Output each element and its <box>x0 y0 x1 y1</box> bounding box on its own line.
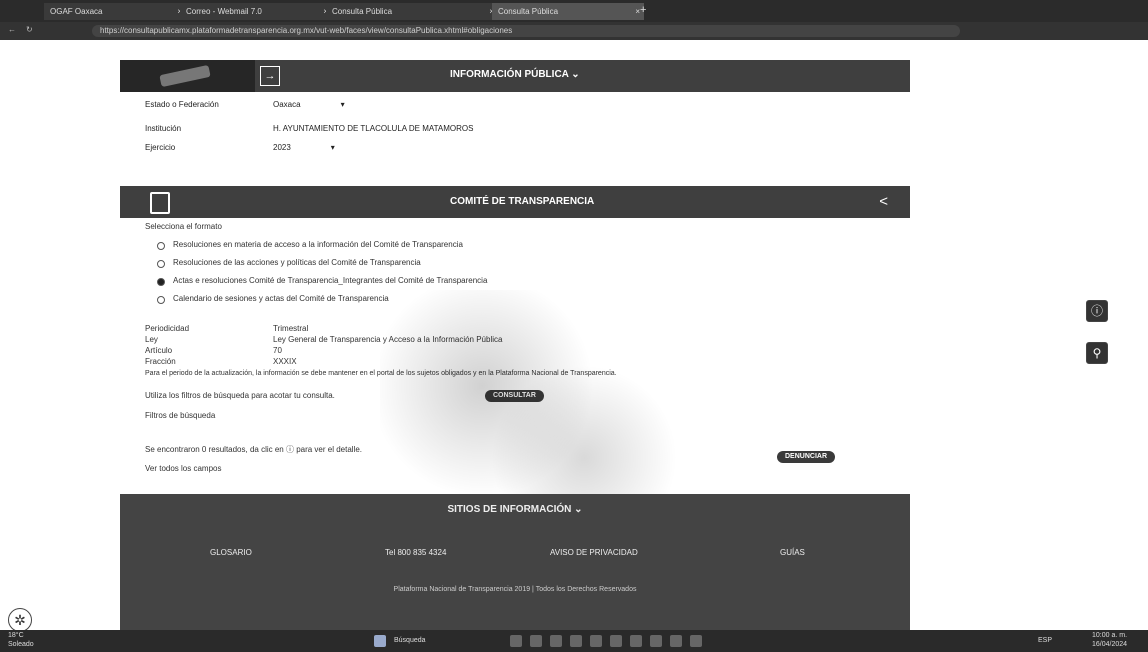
tab-label: Correo - Webmail 7.0 <box>186 7 262 16</box>
year-label: Ejercicio <box>145 143 176 152</box>
back-icon[interactable]: ← <box>8 25 16 34</box>
chevron-down-icon[interactable]: ▾ <box>341 100 345 109</box>
app-icon[interactable] <box>690 635 702 647</box>
consult-button[interactable]: CONSULTAR <box>485 390 544 402</box>
new-tab-button[interactable]: + <box>640 4 646 16</box>
search-filters-link[interactable]: Filtros de búsqueda <box>145 411 215 420</box>
browser-tab[interactable]: Correo - Webmail 7.0× <box>180 3 332 20</box>
option-label[interactable]: Resoluciones en materia de acceso a la i… <box>173 240 463 249</box>
glossary-link[interactable]: GLOSARIO <box>210 548 252 557</box>
section-title: COMITÉ DE TRANSPARENCIA <box>450 196 595 207</box>
format-heading: Selecciona el formato <box>145 222 222 231</box>
denounce-button[interactable]: DENUNCIAR <box>777 451 835 463</box>
site-header: → INFORMACIÓN PÚBLICA ⌄ <box>120 60 910 92</box>
section-header: COMITÉ DE TRANSPARENCIA < <box>120 186 910 218</box>
copyright: Plataforma Nacional de Transparencia 201… <box>393 586 637 593</box>
radio-option[interactable] <box>157 260 165 268</box>
app-icon[interactable] <box>590 635 602 647</box>
accessibility-icon[interactable]: ✲ <box>8 608 32 632</box>
footer-title[interactable]: SITIOS DE INFORMACIÓN ⌄ <box>120 504 910 515</box>
start-icon[interactable] <box>374 635 386 647</box>
detail-value: XXXIX <box>273 357 297 366</box>
app-icon[interactable] <box>670 635 682 647</box>
detail-label: Ley <box>145 335 158 344</box>
site-footer: SITIOS DE INFORMACIÓN ⌄ GLOSARIO Tel 800… <box>120 494 910 630</box>
results-note: Se encontraron 0 resultados, da clic en … <box>145 445 363 454</box>
detail-value: 70 <box>273 346 282 355</box>
filter-prompt: Utiliza los filtros de búsqueda para aco… <box>145 391 335 400</box>
language-indicator[interactable]: ESP <box>1038 637 1052 644</box>
app-icon[interactable] <box>610 635 622 647</box>
option-label[interactable]: Actas e resoluciones Comité de Transpare… <box>173 276 487 285</box>
app-icon[interactable] <box>530 635 542 647</box>
refresh-icon[interactable]: ↻ <box>26 25 33 34</box>
option-label[interactable]: Calendario de sesiones y actas del Comit… <box>173 294 389 303</box>
detail-label: Fracción <box>145 357 176 366</box>
tab-label: Consulta Pública <box>498 7 559 16</box>
guides-link[interactable]: GUÍAS <box>780 548 805 557</box>
app-icon[interactable] <box>650 635 662 647</box>
browser-tab[interactable]: OGAF Oaxaca× <box>44 3 186 20</box>
clock-date: 16/04/2024 <box>1092 641 1128 648</box>
browser-titlebar: OGAF Oaxaca× Correo - Webmail 7.0× Consu… <box>0 0 1148 22</box>
document-search-icon <box>150 192 170 214</box>
share-icon[interactable]: < <box>879 193 888 210</box>
weather-desc: Soleado <box>8 641 34 648</box>
phone-text: Tel 800 835 4324 <box>385 548 447 557</box>
clock-time[interactable]: 10:00 a. m. <box>1092 632 1127 639</box>
weather-temp[interactable]: 18°C <box>8 632 24 639</box>
radio-option-selected[interactable] <box>157 278 165 286</box>
year-select[interactable]: 2023 <box>273 143 291 152</box>
browser-tab[interactable]: Consulta Pública× <box>326 3 498 20</box>
state-label: Estado o Federación <box>145 100 219 109</box>
login-icon[interactable]: → <box>260 66 280 86</box>
url-field[interactable]: https://consultapublicamx.plataformadetr… <box>92 25 960 37</box>
app-icon[interactable] <box>550 635 562 647</box>
taskbar: 18°C Soleado Búsqueda ESP 10:00 a. m. 16… <box>0 630 1148 652</box>
radio-option[interactable] <box>157 296 165 304</box>
page-content: → INFORMACIÓN PÚBLICA ⌄ Estado o Federac… <box>0 40 1148 632</box>
detail-label: Periodicidad <box>145 324 190 333</box>
state-select[interactable]: Oaxaca <box>273 100 301 109</box>
institution-label: Institución <box>145 124 182 133</box>
detail-value: Ley General de Transparencia y Acceso a … <box>273 335 503 344</box>
tab-label: Consulta Pública <box>332 7 393 16</box>
site-logo <box>120 60 255 92</box>
app-icon[interactable] <box>510 635 522 647</box>
info-icon[interactable]: ⓘ <box>1086 300 1108 322</box>
all-fields-link[interactable]: Ver todos los campos <box>145 464 221 473</box>
taskbar-search[interactable]: Búsqueda <box>394 637 426 644</box>
app-icon[interactable] <box>570 635 582 647</box>
search-icon[interactable]: ⚲ <box>1086 342 1108 364</box>
tab-label: OGAF Oaxaca <box>50 7 103 16</box>
option-label[interactable]: Resoluciones de las acciones y políticas… <box>173 258 421 267</box>
app-icon[interactable] <box>630 635 642 647</box>
detail-value: Trimestral <box>273 324 309 333</box>
chevron-down-icon[interactable]: ▾ <box>331 143 335 152</box>
address-bar: ← ↻ https://consultapublicamx.plataforma… <box>0 22 1148 40</box>
period-note: Para el periodo de la actualización, la … <box>145 370 617 377</box>
privacy-link[interactable]: AVISO DE PRIVACIDAD <box>550 548 638 557</box>
browser-tab-active[interactable]: Consulta Pública × <box>492 3 644 20</box>
header-title[interactable]: INFORMACIÓN PÚBLICA ⌄ <box>450 69 580 80</box>
institution-select[interactable]: H. AYUNTAMIENTO DE TLACOLULA DE MATAMORO… <box>273 124 473 133</box>
detail-label: Artículo <box>145 346 173 355</box>
radio-option[interactable] <box>157 242 165 250</box>
